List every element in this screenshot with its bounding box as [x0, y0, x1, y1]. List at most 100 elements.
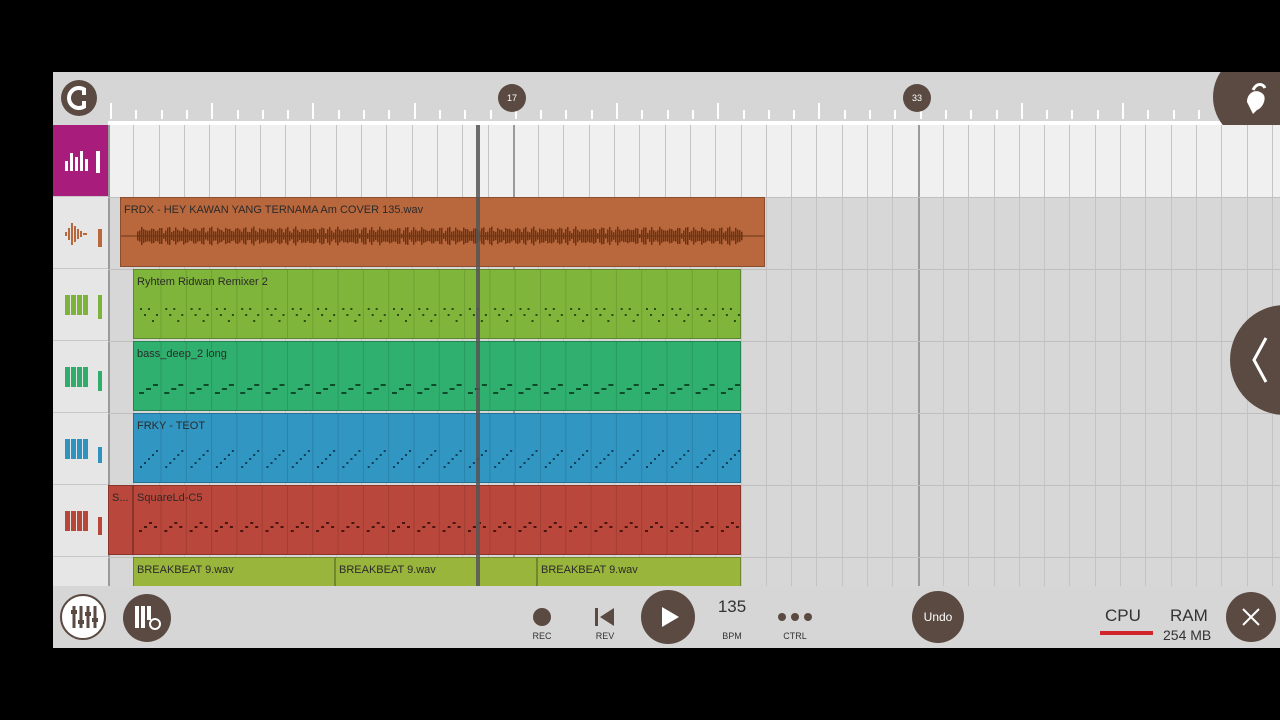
- note: [177, 320, 180, 322]
- timeline-ruler[interactable]: 17 33: [53, 72, 1280, 142]
- note: [190, 466, 193, 468]
- note: [712, 450, 715, 452]
- note: [431, 384, 437, 386]
- note: [629, 522, 633, 524]
- note: [685, 526, 689, 528]
- note: [307, 314, 310, 316]
- note: [687, 450, 690, 452]
- note: [624, 526, 628, 528]
- note: [579, 522, 583, 524]
- note: [407, 526, 410, 528]
- note: [354, 454, 357, 456]
- note: [725, 462, 728, 464]
- play-button[interactable]: [641, 590, 695, 644]
- audio-clip[interactable]: BREAKBEAT 9.wav: [335, 557, 537, 586]
- record-button[interactable]: [533, 608, 551, 626]
- playlist-grid[interactable]: FRDX - HEY KAWAN YANG TERNAMA Am COVER 1…: [108, 125, 1280, 586]
- note: [646, 466, 648, 468]
- note: [662, 314, 664, 316]
- note: [525, 388, 531, 390]
- note: [628, 308, 631, 310]
- track-header-mixer[interactable]: [53, 125, 108, 197]
- pattern-clip[interactable]: SquareLd-C5: [133, 485, 741, 555]
- close-button[interactable]: [1226, 592, 1276, 642]
- note: [417, 392, 423, 394]
- note: [317, 466, 320, 468]
- track-header-pattern-2[interactable]: [53, 341, 108, 413]
- undo-button[interactable]: Undo: [912, 591, 964, 643]
- note: [291, 466, 294, 468]
- note: [594, 530, 598, 532]
- note: [729, 458, 732, 460]
- audio-clip[interactable]: FRDX - HEY KAWAN YANG TERNAMA Am COVER 1…: [120, 197, 765, 267]
- grid-vline: [1120, 125, 1121, 586]
- note: [523, 526, 527, 528]
- note: [556, 320, 559, 322]
- note: [704, 458, 707, 460]
- pattern-clip[interactable]: FRKY - TEOT: [133, 413, 741, 483]
- note: [351, 522, 355, 524]
- note: [152, 454, 154, 456]
- playhead[interactable]: [476, 125, 480, 586]
- track-header-audio-1[interactable]: [53, 197, 108, 269]
- rewind-icon[interactable]: [592, 605, 618, 629]
- grid-vline: [968, 125, 970, 586]
- note: [249, 458, 252, 460]
- note: [611, 450, 614, 452]
- bar-marker-33[interactable]: 33: [903, 84, 931, 112]
- note: [480, 454, 483, 456]
- grid-vline: [791, 125, 793, 586]
- note: [498, 314, 501, 316]
- snap-magnet-button[interactable]: [61, 80, 97, 116]
- track-header-pattern-1[interactable]: [53, 269, 108, 341]
- ruler-tick: [236, 110, 239, 119]
- track-header-pattern-4[interactable]: [53, 485, 108, 557]
- note: [144, 526, 147, 528]
- ruler-tick: [767, 110, 770, 119]
- note: [177, 454, 180, 456]
- audio-clip[interactable]: BREAKBEAT 9.wav: [133, 557, 335, 586]
- note: [650, 526, 653, 528]
- pattern-clip[interactable]: Ryhtem Ridwan Remixer 2: [133, 269, 741, 339]
- instrument-settings-button[interactable]: [123, 594, 171, 642]
- note: [198, 458, 201, 460]
- note: [553, 522, 557, 524]
- audio-clip[interactable]: BREAKBEAT 9.wav: [537, 557, 741, 586]
- note: [468, 308, 471, 310]
- note: [316, 392, 322, 394]
- track-header-pattern-3[interactable]: [53, 413, 108, 485]
- note: [721, 308, 724, 310]
- note: [149, 522, 152, 524]
- ram-value: 254 MB: [1163, 627, 1212, 643]
- pattern-clip[interactable]: bass_deep_2 long: [133, 341, 741, 411]
- note: [266, 466, 269, 468]
- note: [156, 314, 158, 316]
- note: [583, 384, 589, 386]
- note: [219, 462, 222, 464]
- note: [199, 522, 203, 524]
- note: [397, 526, 400, 528]
- note: [178, 384, 184, 386]
- ruler-tick: [1172, 110, 1175, 119]
- note: [427, 522, 431, 524]
- note: [346, 462, 349, 464]
- note: [578, 308, 581, 310]
- note: [527, 458, 530, 460]
- note: [481, 384, 487, 386]
- pattern-clip[interactable]: S...: [108, 485, 133, 555]
- note: [231, 314, 234, 316]
- more-icon[interactable]: [777, 612, 813, 622]
- note: [654, 308, 656, 310]
- note: [329, 454, 332, 456]
- bpm-value[interactable]: 135: [713, 597, 751, 617]
- note: [241, 308, 244, 310]
- track-header-column: [53, 125, 108, 629]
- note: [507, 384, 513, 386]
- note: [493, 530, 497, 532]
- note: [729, 308, 732, 310]
- bar-marker-17[interactable]: 17: [498, 84, 526, 112]
- note: [202, 320, 205, 322]
- note: [550, 388, 556, 390]
- mixer-button[interactable]: [60, 594, 106, 640]
- note: [247, 388, 253, 390]
